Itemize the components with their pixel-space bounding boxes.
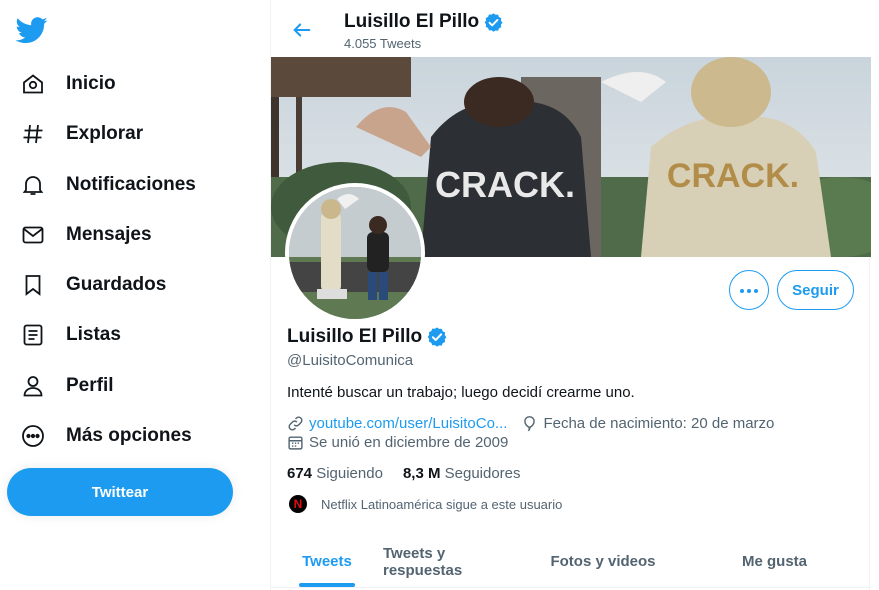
banner-crack-left: CRACK.: [435, 164, 575, 205]
sidebar-item-notificaciones[interactable]: Notificaciones: [8, 163, 208, 207]
calendar-icon: [287, 433, 305, 451]
sidebar-item-label: Notificaciones: [66, 174, 196, 195]
joined-text: Se unió en diciembre de 2009: [309, 433, 509, 451]
sidebar: Inicio Explorar Notificaciones Mensajes …: [0, 0, 270, 590]
profile-header-bar: Luisillo El Pillo 4.055 Tweets: [271, 0, 871, 57]
followers-count: 8,3 M: [402, 465, 441, 482]
sidebar-item-label: Mensajes: [66, 224, 152, 245]
profile-bio: Intenté buscar un trabajo; luego decidí …: [287, 384, 635, 401]
sidebar-item-label: Más opciones: [66, 425, 192, 446]
person-icon: [20, 373, 46, 399]
profile-joined: Se unió en diciembre de 2009: [287, 433, 508, 451]
followed-by-text: Netflix Latinoamérica sigue a este usuar…: [321, 496, 563, 512]
profile-name: Luisillo El Pillo: [287, 326, 423, 347]
bookmark-icon: [20, 272, 46, 298]
followed-by-row[interactable]: N Netflix Latinoamérica sigue a este usu…: [287, 495, 562, 513]
followers-label: Seguidores: [444, 465, 521, 482]
website-link[interactable]: youtube.com/user/LuisitoCo...: [309, 415, 507, 432]
profile-name-row: Luisillo El Pillo: [287, 326, 448, 348]
home-icon: [20, 71, 46, 97]
sidebar-item-label: Perfil: [66, 375, 114, 396]
avatar[interactable]: [285, 183, 425, 323]
profile-birthday: Fecha de nacimiento: 20 de marzo: [521, 414, 774, 432]
hashtag-icon: [20, 121, 46, 147]
sidebar-item-explorar[interactable]: Explorar: [8, 112, 155, 156]
sidebar-item-inicio[interactable]: Inicio: [8, 62, 128, 106]
profile-meta-row-1: youtube.com/user/LuisitoCo... Fecha de n…: [287, 414, 788, 432]
sidebar-item-label: Inicio: [66, 73, 116, 94]
sidebar-item-perfil[interactable]: Perfil: [8, 364, 126, 408]
netflix-avatar-icon: N: [289, 495, 307, 513]
sidebar-item-label: Explorar: [66, 123, 144, 144]
sidebar-item-mensajes[interactable]: Mensajes: [8, 213, 164, 257]
back-arrow-icon[interactable]: [287, 15, 317, 45]
profile-stats: 674 Siguiendo 8,3 M Seguidores: [287, 465, 541, 482]
tweet-button[interactable]: Twittear: [7, 468, 233, 516]
tab-tweets-y-respuestas[interactable]: Tweets y respuestas: [383, 536, 528, 587]
tab-fotos-y-videos[interactable]: Fotos y videos: [528, 536, 678, 587]
envelope-icon: [20, 222, 46, 248]
verified-badge-icon: [483, 12, 504, 33]
more-circle-icon: [20, 423, 46, 449]
sidebar-item-listas[interactable]: Listas: [8, 313, 133, 357]
follow-button[interactable]: Seguir: [777, 270, 854, 310]
bell-icon: [20, 172, 46, 198]
twitter-app: Inicio Explorar Notificaciones Mensajes …: [0, 0, 879, 590]
following-count: 674: [287, 465, 313, 482]
header-tweet-count: 4.055 Tweets: [344, 36, 422, 51]
sidebar-item-label: Listas: [66, 324, 121, 345]
profile-handle: @LuisitoComunica: [287, 352, 414, 369]
twitter-bird-icon[interactable]: [15, 14, 48, 46]
link-icon: [287, 414, 305, 432]
more-options-button[interactable]: [729, 270, 769, 310]
profile-column: Luisillo El Pillo 4.055 Tweets CRACK. CR…: [270, 0, 871, 590]
following-label: Siguiendo: [316, 465, 383, 482]
list-icon: [20, 322, 46, 348]
header-name: Luisillo El Pillo: [344, 11, 480, 32]
birthday-text: Fecha de nacimiento: 20 de marzo: [543, 414, 775, 432]
sidebar-item-label: Guardados: [66, 274, 167, 295]
balloon-icon: [521, 414, 539, 432]
sidebar-item-mas-opciones[interactable]: Más opciones: [8, 414, 204, 458]
tab-tweets[interactable]: Tweets: [271, 536, 383, 587]
ellipsis-icon: [739, 281, 759, 299]
followers-stat[interactable]: 8,3 M Seguidores: [403, 465, 521, 482]
tab-me-gusta[interactable]: Me gusta: [678, 536, 871, 587]
profile-meta-row-2: Se unió en diciembre de 2009: [287, 433, 522, 451]
profile-tabs: Tweets Tweets y respuestas Fotos y video…: [271, 536, 871, 588]
header-title: Luisillo El Pillo: [344, 11, 504, 33]
verified-badge-icon: [426, 326, 448, 348]
profile-website[interactable]: youtube.com/user/LuisitoCo...: [287, 414, 507, 432]
sidebar-item-guardados[interactable]: Guardados: [8, 263, 178, 307]
following-stat[interactable]: 674 Siguiendo: [287, 465, 383, 482]
banner-crack-right: CRACK.: [667, 157, 799, 195]
